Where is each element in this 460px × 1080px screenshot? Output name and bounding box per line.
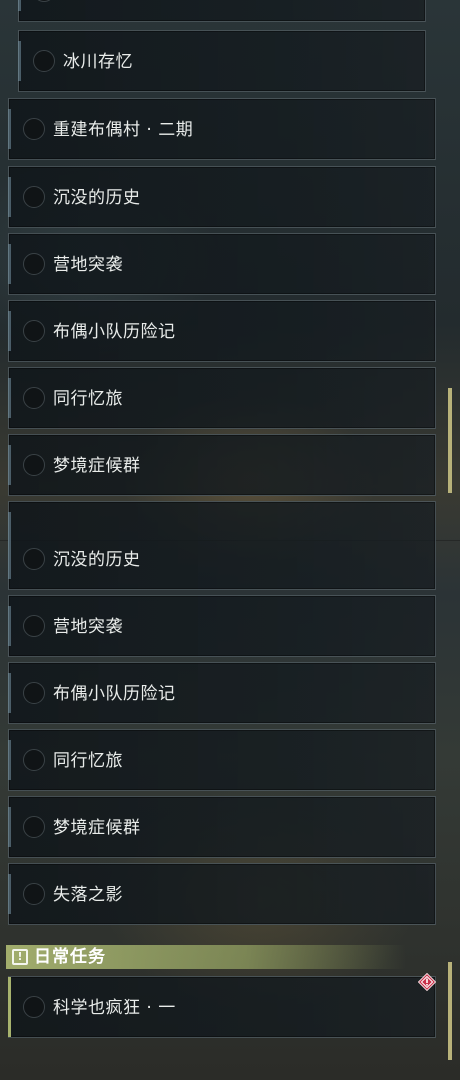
quest-item[interactable]: 梦境症候群 (8, 796, 436, 858)
quest-label: 失落之影 (53, 885, 123, 905)
quest-item[interactable]: 冰川存忆 (18, 30, 426, 92)
quest-label: 冰川存忆 (63, 52, 133, 72)
quest-label: 梦境症候群 (53, 456, 141, 476)
quest-label: 梦境症候群 (53, 818, 141, 838)
exclamation-box-icon: ! (12, 949, 28, 965)
quest-label: 同行忆旅 (53, 389, 123, 409)
quest-status-circle (23, 320, 45, 342)
scrollbar-thumb[interactable] (448, 388, 452, 493)
quest-item[interactable]: 梦境症候群 (8, 434, 436, 496)
quest-label: 布偶小队历险记 (53, 684, 176, 704)
quest-item[interactable]: 布偶小队历险记 (8, 662, 436, 724)
quest-status-circle (23, 118, 45, 140)
daily-section-title: 日常任务 (34, 947, 106, 967)
quest-status-circle (23, 883, 45, 905)
quest-label: 科学也疯狂 · 一 (53, 998, 176, 1018)
quest-item-partial-bottom[interactable] (8, 501, 436, 540)
quest-status-circle (23, 253, 45, 275)
quest-item[interactable]: 同行忆旅 (8, 367, 436, 429)
quest-status-circle (33, 0, 55, 2)
quest-item[interactable]: 失落之影 (8, 863, 436, 925)
quest-item[interactable]: 同行忆旅 (8, 729, 436, 791)
quest-status-circle (23, 816, 45, 838)
quest-item[interactable]: 沉没的历史 (8, 540, 436, 590)
warning-diamond-icon (417, 972, 437, 992)
quest-label: 营地突袭 (53, 617, 123, 637)
quest-item[interactable]: 布偶小队历险记 (8, 300, 436, 362)
quest-label: 营地突袭 (53, 255, 123, 275)
quest-status-circle (23, 454, 45, 476)
quest-item[interactable]: 重建布偶村 · 二期 (8, 98, 436, 160)
quest-item-partial-top[interactable] (18, 0, 426, 22)
daily-section-header[interactable]: ! 日常任务 (6, 945, 406, 969)
quest-label: 沉没的历史 (53, 550, 141, 570)
quest-status-circle (23, 996, 45, 1018)
quest-label: 沉没的历史 (53, 188, 141, 208)
scrollbar-thumb[interactable] (448, 962, 452, 1060)
quest-list-bottom[interactable]: 沉没的历史 营地突袭 布偶小队历险记 同行忆旅 梦境症候群 失落之影 ! 日常任… (0, 540, 460, 1080)
quest-list-top[interactable]: 冰川存忆 重建布偶村 · 二期 沉没的历史 营地突袭 布偶小队历险记 同行忆旅 … (0, 0, 460, 540)
quest-label: 布偶小队历险记 (53, 322, 176, 342)
quest-status-circle (23, 387, 45, 409)
quest-status-circle (23, 186, 45, 208)
quest-status-circle (23, 615, 45, 637)
quest-status-circle (23, 749, 45, 771)
quest-status-circle (33, 50, 55, 72)
quest-item[interactable]: 沉没的历史 (8, 166, 436, 228)
daily-quest-item[interactable]: 科学也疯狂 · 一 (8, 976, 436, 1038)
quest-label: 重建布偶村 · 二期 (53, 120, 194, 140)
quest-item[interactable]: 营地突袭 (8, 233, 436, 295)
quest-item[interactable]: 营地突袭 (8, 595, 436, 657)
quest-status-circle (23, 548, 45, 570)
quest-label: 同行忆旅 (53, 751, 123, 771)
quest-status-circle (23, 682, 45, 704)
